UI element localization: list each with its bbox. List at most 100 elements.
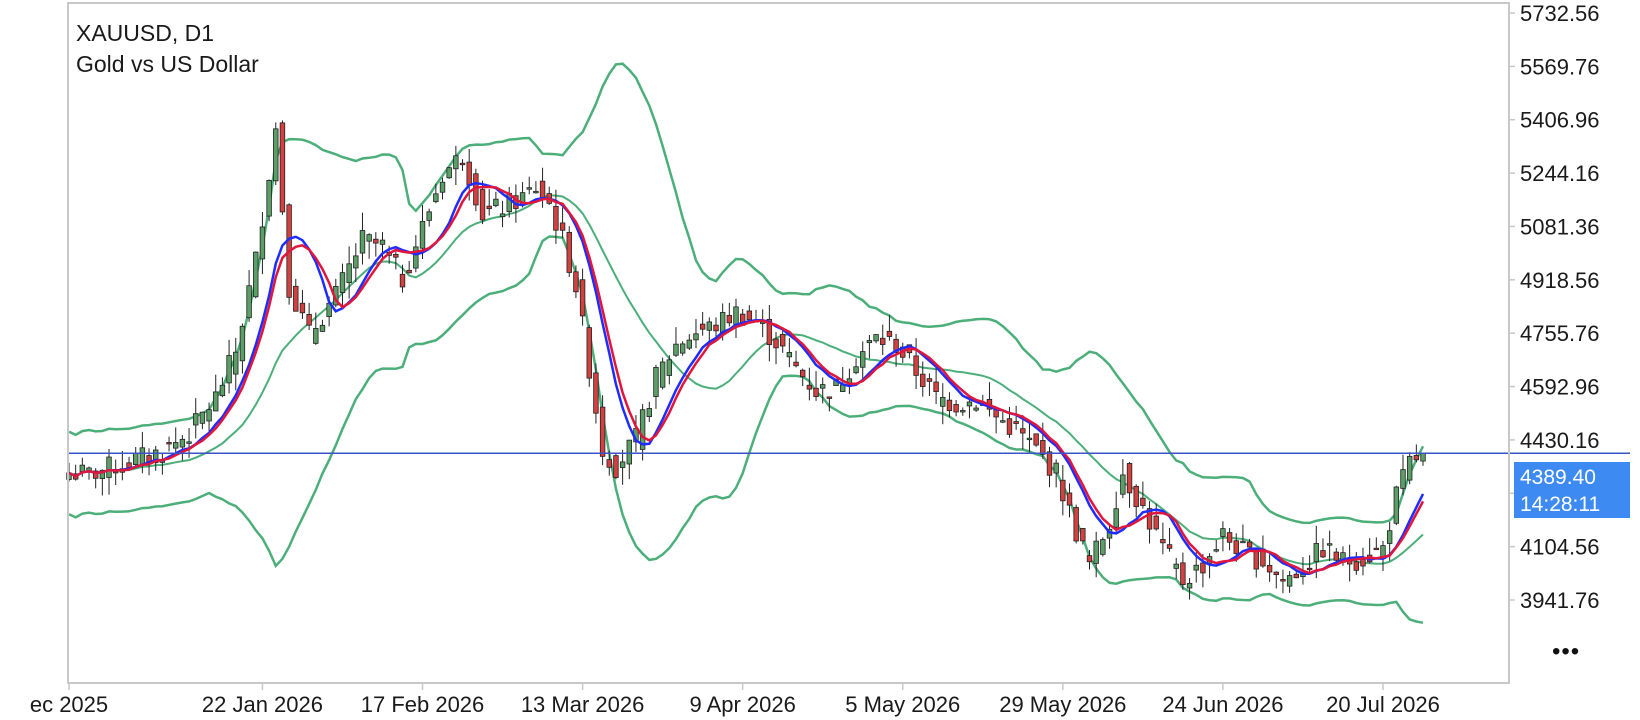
candle-body <box>493 198 499 207</box>
candle-body <box>399 273 406 288</box>
candle <box>266 179 272 222</box>
candle-body <box>419 220 426 249</box>
candle-body <box>653 366 659 397</box>
candle <box>1213 539 1219 553</box>
candle-body <box>226 355 232 384</box>
candle-body <box>1026 437 1033 441</box>
candle-body <box>880 337 886 345</box>
candle-body <box>1186 582 1193 589</box>
candle-body <box>1040 440 1046 455</box>
candle-body <box>1286 575 1293 587</box>
more-options-button[interactable]: ••• <box>1552 638 1580 666</box>
candle <box>793 350 799 368</box>
candle-body <box>659 361 666 388</box>
candle <box>253 251 259 299</box>
candle-body <box>666 359 672 376</box>
candle-body <box>946 399 953 411</box>
candle-body <box>933 381 939 393</box>
candle <box>1013 405 1019 430</box>
candle-body <box>1153 515 1159 530</box>
candle-body <box>966 401 973 407</box>
candle <box>626 439 632 480</box>
candle <box>132 447 139 467</box>
candle <box>306 302 312 331</box>
candle-body <box>926 378 933 382</box>
candle-body <box>673 343 679 356</box>
candle-body <box>1200 562 1206 574</box>
candle <box>446 167 452 179</box>
candle-body <box>1246 541 1253 548</box>
candle <box>1180 552 1186 590</box>
candle <box>226 339 232 394</box>
candle <box>539 167 546 208</box>
time-axis-label: 13 Mar 2026 <box>521 692 645 717</box>
candle-body <box>79 464 86 472</box>
candle-body <box>1013 421 1019 424</box>
candle-body <box>466 161 472 186</box>
candle <box>653 364 659 409</box>
candle-body <box>706 321 713 331</box>
candle <box>1333 548 1339 563</box>
candle-body <box>613 455 619 478</box>
candle <box>319 319 326 332</box>
candle-body <box>306 314 312 326</box>
symbol-name: XAUUSD, D1 <box>76 20 215 46</box>
candle <box>366 233 372 259</box>
candle-body <box>366 234 372 242</box>
candle <box>1273 571 1279 589</box>
price-scale-label: 5732.56 <box>1520 1 1600 26</box>
candle-body <box>606 459 612 468</box>
price-scale-label: 5081.36 <box>1520 214 1600 239</box>
candle <box>619 449 626 485</box>
candle <box>72 464 79 481</box>
candle <box>1253 548 1259 578</box>
candle-body <box>873 334 879 342</box>
candle-body <box>1226 532 1233 543</box>
candle <box>933 368 939 404</box>
chart-screen[interactable]: 5732.56 5569.76 5406.96 5244.16 5081.36 4918.… <box>0 0 1640 720</box>
candle <box>559 207 566 239</box>
candle <box>1346 544 1353 582</box>
candle-body <box>106 456 112 478</box>
candle-body <box>960 410 966 413</box>
time-axis[interactable]: ec 2025 22 Jan 2026 17 Feb 2026 13 Mar 2026… <box>30 683 1440 717</box>
candle <box>119 450 126 481</box>
candle-body <box>940 396 946 407</box>
candle <box>1153 503 1159 531</box>
candle <box>726 302 733 327</box>
candle <box>1026 422 1033 452</box>
candle <box>493 191 499 208</box>
candle-body <box>1173 563 1179 569</box>
candle <box>293 278 299 312</box>
candle-body <box>246 285 252 319</box>
candle <box>499 200 506 228</box>
candle-body <box>1273 571 1279 576</box>
candle-body <box>219 384 226 397</box>
candle-body <box>699 323 706 330</box>
candle-body <box>920 373 926 387</box>
candle-body <box>1066 492 1073 506</box>
candle <box>566 226 572 277</box>
candle <box>966 400 973 419</box>
price-chart[interactable]: 5732.56 5569.76 5406.96 5244.16 5081.36 4918.… <box>0 0 1640 720</box>
candle-body <box>1020 428 1026 434</box>
current-price-value: 4389.40 <box>1520 466 1596 489</box>
price-scale-label: 5569.76 <box>1520 54 1600 79</box>
candle-body <box>1220 528 1226 537</box>
candle-body <box>1320 550 1326 558</box>
candle <box>246 270 252 322</box>
candle <box>1326 530 1333 562</box>
candle-body <box>379 239 386 245</box>
candle <box>359 212 366 265</box>
candle-body <box>579 279 586 317</box>
candle <box>406 261 412 274</box>
candle-body <box>866 340 873 344</box>
price-scale[interactable]: 5732.56 5569.76 5406.96 5244.16 5081.36 4918.… <box>1509 1 1600 613</box>
candle-body <box>1353 561 1360 571</box>
candle-body <box>1080 528 1086 542</box>
candle <box>1146 501 1153 544</box>
candle-body <box>253 251 259 298</box>
candle-body <box>193 413 199 426</box>
candle-body <box>1033 433 1039 446</box>
candle <box>1280 569 1286 594</box>
